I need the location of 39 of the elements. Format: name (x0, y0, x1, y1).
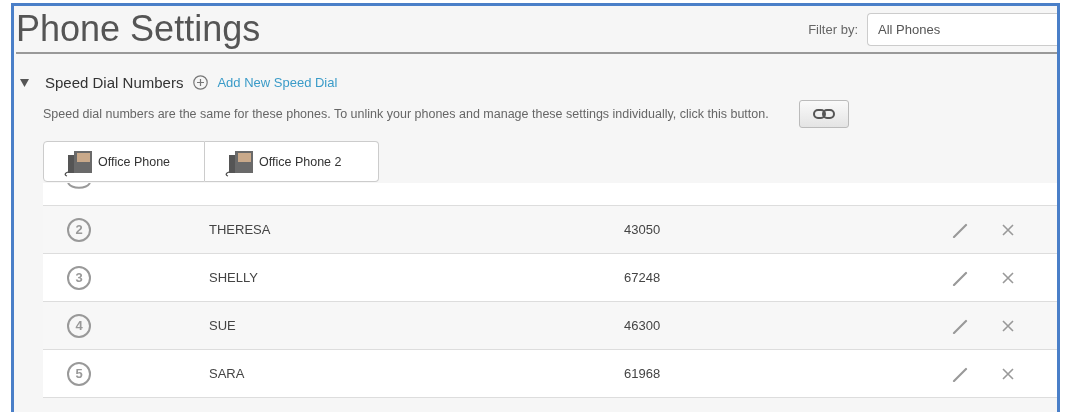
delete-button[interactable] (1002, 271, 1014, 284)
section-description: Speed dial numbers are the same for these phones. To unlink your phones and manage these settings individually, click this button. (43, 107, 769, 121)
section-title: Speed Dial Numbers (45, 74, 184, 91)
pencil-icon (952, 317, 968, 334)
close-icon (1002, 223, 1014, 236)
pencil-icon (952, 269, 968, 286)
contact-name: SUE (209, 318, 237, 333)
link-icon (812, 109, 835, 119)
position-number: 3 (67, 265, 91, 290)
phone-tab[interactable]: Office Phone 2 (205, 141, 379, 182)
edit-button[interactable] (952, 221, 968, 238)
close-icon (1002, 367, 1014, 380)
edit-button[interactable] (952, 269, 968, 286)
contact-name: THERESA (209, 222, 272, 237)
pencil-icon (952, 365, 968, 382)
edit-button[interactable] (952, 365, 968, 382)
phone-number: 46300 (624, 318, 662, 333)
delete-button[interactable] (1002, 367, 1014, 380)
plus-circle-icon (193, 75, 209, 90)
phone-number: 67248 (624, 270, 662, 285)
delete-button[interactable] (1002, 223, 1014, 236)
unlink-button[interactable] (798, 100, 849, 128)
phone-number: 43050 (624, 222, 662, 237)
pencil-icon (952, 221, 968, 238)
filter-dropdown[interactable]: All Phones (867, 12, 1057, 46)
phone-number: 61968 (624, 366, 662, 381)
position-number: 2 (67, 217, 91, 242)
collapse-caret-icon[interactable] (20, 78, 29, 87)
delete-button[interactable] (1002, 319, 1014, 332)
contact-name: SARA (209, 366, 246, 381)
phone-tab[interactable]: Office Phone (43, 141, 205, 182)
position-number: 5 (67, 361, 91, 386)
close-icon (1002, 319, 1014, 332)
page-title: Phone Settings (16, 11, 261, 47)
edit-button[interactable] (952, 317, 968, 334)
filter-label: Filter by: (808, 21, 858, 37)
position-number: 4 (67, 313, 91, 338)
contact-name: SHELLY (209, 270, 259, 285)
close-icon (1002, 271, 1014, 284)
